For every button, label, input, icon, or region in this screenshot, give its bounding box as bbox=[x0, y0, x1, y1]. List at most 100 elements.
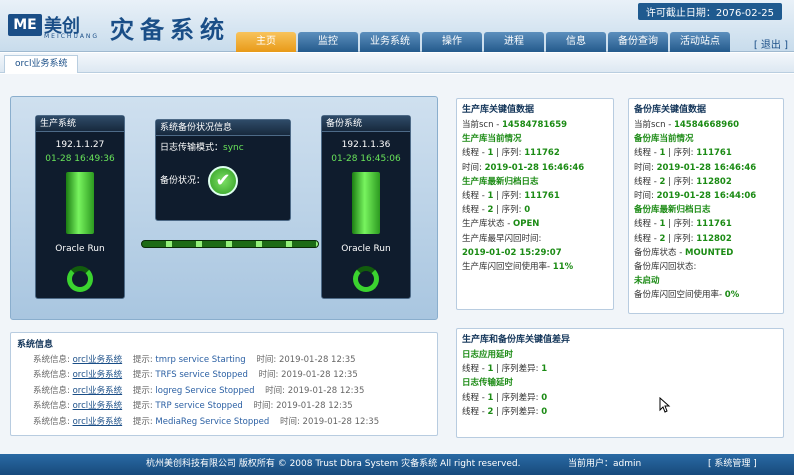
system-info-title: 系统信息 bbox=[17, 340, 54, 350]
production-time: 01-28 16:49:36 bbox=[45, 154, 115, 164]
tip-label: 提示: bbox=[132, 385, 153, 396]
logout-link[interactable]: [ 退出 ] bbox=[754, 36, 788, 51]
seq-value: 111762 bbox=[524, 148, 560, 159]
system-link[interactable]: orcl业务系统 bbox=[73, 401, 123, 411]
thread-label: 线程 - bbox=[462, 148, 488, 159]
apply-delay-title: 日志应用延时 bbox=[462, 350, 514, 360]
production-db-gauge bbox=[66, 172, 94, 234]
nav-monitor[interactable]: 监控 bbox=[298, 32, 358, 52]
app-title: 灾备系统 bbox=[110, 16, 230, 44]
system-link[interactable]: orcl业务系统 bbox=[73, 417, 123, 427]
time-label: 时间: bbox=[258, 370, 279, 381]
production-archive-title: 生产库最新归档日志 bbox=[462, 176, 539, 187]
info-label: 系统信息: bbox=[33, 370, 70, 381]
backup-status: Oracle Run bbox=[341, 244, 391, 254]
diff-value: 0 bbox=[541, 392, 548, 403]
backup-key-title: 备份库关键值数据 bbox=[634, 105, 707, 115]
state-label: 生产库状态 - bbox=[462, 219, 513, 230]
diff-value: 0 bbox=[541, 406, 548, 417]
tab-orcl-business-system[interactable]: orcl业务系统 bbox=[4, 55, 79, 73]
app-footer: 杭州美创科技有限公司 版权所有 © 2008 Trust Dbra System… bbox=[0, 454, 794, 475]
list-item: 系统信息: orcl业务系统 提示: TRP service Stopped 时… bbox=[17, 399, 431, 414]
info-label: 系统信息: bbox=[33, 401, 70, 412]
thread-label: 线程 - bbox=[462, 406, 488, 417]
production-state: OPEN bbox=[512, 219, 540, 230]
thread-label: 线程 - bbox=[462, 205, 488, 216]
diff-label: | 序列差异: bbox=[493, 406, 542, 417]
backup-current-title: 备份库当前情况 bbox=[634, 134, 694, 145]
system-link[interactable]: orcl业务系统 bbox=[73, 386, 123, 396]
state-label: 备份库状态 - bbox=[634, 247, 685, 258]
time-label: 时间: bbox=[265, 385, 286, 396]
nav-operation[interactable]: 操作 bbox=[422, 32, 482, 52]
info-time: 2019-01-28 12:35 bbox=[287, 385, 365, 396]
backup-status-title: 系统备份状况信息 bbox=[156, 120, 290, 136]
loading-ring-icon bbox=[353, 266, 379, 292]
backup-status-panel: 系统备份状况信息 日志传输模式：sync 备份状况： ✔ bbox=[155, 119, 291, 221]
flashback-usage: 0% bbox=[724, 290, 740, 301]
seq-value: 111761 bbox=[524, 190, 560, 201]
info-message: MediaReg Service Stopped bbox=[155, 416, 270, 427]
production-current-title: 生产库当前情况 bbox=[462, 134, 522, 145]
nav-home[interactable]: 主页 bbox=[236, 32, 296, 52]
backup-ip: 192.1.1.36 bbox=[341, 140, 391, 150]
info-label: 系统信息: bbox=[33, 355, 70, 365]
tip-label: 提示: bbox=[132, 416, 153, 427]
system-link[interactable]: orcl业务系统 bbox=[73, 370, 123, 380]
backup-db-gauge bbox=[352, 172, 380, 234]
time-label: 时间: bbox=[253, 401, 274, 412]
nav-process[interactable]: 进程 bbox=[484, 32, 544, 52]
nav-info[interactable]: 信息 bbox=[546, 32, 606, 52]
seq-label: | 序列: bbox=[493, 190, 525, 201]
diff-label: | 序列差异: bbox=[493, 364, 542, 375]
info-time: 2019-01-28 12:35 bbox=[276, 401, 353, 412]
seq-label: | 序列: bbox=[665, 176, 697, 187]
system-management-link[interactable]: [ 系统管理 ] bbox=[708, 454, 757, 475]
seq-value: 112802 bbox=[696, 176, 732, 187]
scn-label: 当前scn - bbox=[634, 120, 674, 130]
cursor-icon bbox=[659, 397, 671, 413]
thread-label: 线程 - bbox=[634, 233, 660, 244]
backup-scn: 14584668960 bbox=[673, 120, 740, 130]
info-time: 2019-01-28 12:35 bbox=[281, 370, 358, 381]
nav-business-system[interactable]: 业务系统 bbox=[360, 32, 420, 52]
info-message: logreg Service Stopped bbox=[155, 385, 255, 396]
current-user-value: admin bbox=[613, 459, 642, 469]
app-header: ME 美创 MEICHUANG 灾备系统 许可截止日期：2076-02-25 主… bbox=[0, 0, 794, 52]
loading-ring-icon bbox=[67, 266, 93, 292]
current-user: 当前用户：admin bbox=[568, 454, 641, 475]
thread-label: 线程 - bbox=[462, 392, 488, 403]
time-label: 时间: bbox=[462, 162, 485, 173]
info-label: 系统信息: bbox=[33, 416, 70, 427]
backup-system-panel: 备份系统 192.1.1.36 01-28 16:45:06 Oracle Ru… bbox=[321, 115, 411, 299]
replication-monitor: 生产系统 192.1.1.27 01-28 16:49:36 Oracle Ru… bbox=[10, 96, 438, 320]
seq-label: | 序列: bbox=[493, 148, 525, 159]
time-value: 2019-01-28 16:46:46 bbox=[484, 162, 585, 173]
time-label: 时间: bbox=[256, 355, 277, 365]
info-message: TRFS service Stopped bbox=[155, 370, 248, 381]
seq-label: | 序列: bbox=[665, 233, 697, 244]
system-link[interactable]: orcl业务系统 bbox=[73, 355, 123, 365]
tip-label: 提示: bbox=[132, 401, 153, 412]
nav-backup-query[interactable]: 备份查询 bbox=[608, 32, 668, 52]
list-item: 系统信息: orcl业务系统 提示: logreg Service Stoppe… bbox=[17, 384, 431, 399]
main-content: 生产系统 192.1.1.27 01-28 16:49:36 Oracle Ru… bbox=[0, 74, 794, 454]
list-item: 系统信息: orcl业务系统 提示: TRFS service Stopped … bbox=[17, 368, 431, 383]
diff-label: | 序列差异: bbox=[493, 392, 542, 403]
backup-state: MOUNTED bbox=[684, 247, 734, 258]
logo-subtitle: MEICHUANG bbox=[44, 33, 100, 40]
info-message: TRP service Stopped bbox=[155, 401, 243, 412]
time-label: 时间: bbox=[279, 416, 300, 427]
backup-system-title: 备份系统 bbox=[322, 116, 410, 132]
list-item: 系统信息: orcl业务系统 提示: tmrp service Starting… bbox=[17, 353, 431, 368]
transfer-mode: 日志传输模式：sync bbox=[156, 136, 290, 153]
flashback-state-label: 备份库闪回状态: bbox=[634, 261, 697, 272]
copyright-text: 杭州美创科技有限公司 版权所有 © 2008 Trust Dbra System… bbox=[146, 459, 521, 469]
backup-key-values: 备份库关键值数据 当前scn - 14584668960 备份库当前情况 线程 … bbox=[628, 98, 784, 314]
usage-label: 备份库闪回空间使用率- bbox=[634, 290, 725, 301]
production-scn: 14584781659 bbox=[501, 120, 568, 130]
list-item: 系统信息: orcl业务系统 提示: MediaReg Service Stop… bbox=[17, 415, 431, 430]
current-user-label: 当前用户： bbox=[568, 459, 614, 469]
backup-time: 01-28 16:45:06 bbox=[331, 154, 401, 164]
nav-active-site[interactable]: 活动站点 bbox=[670, 32, 730, 52]
